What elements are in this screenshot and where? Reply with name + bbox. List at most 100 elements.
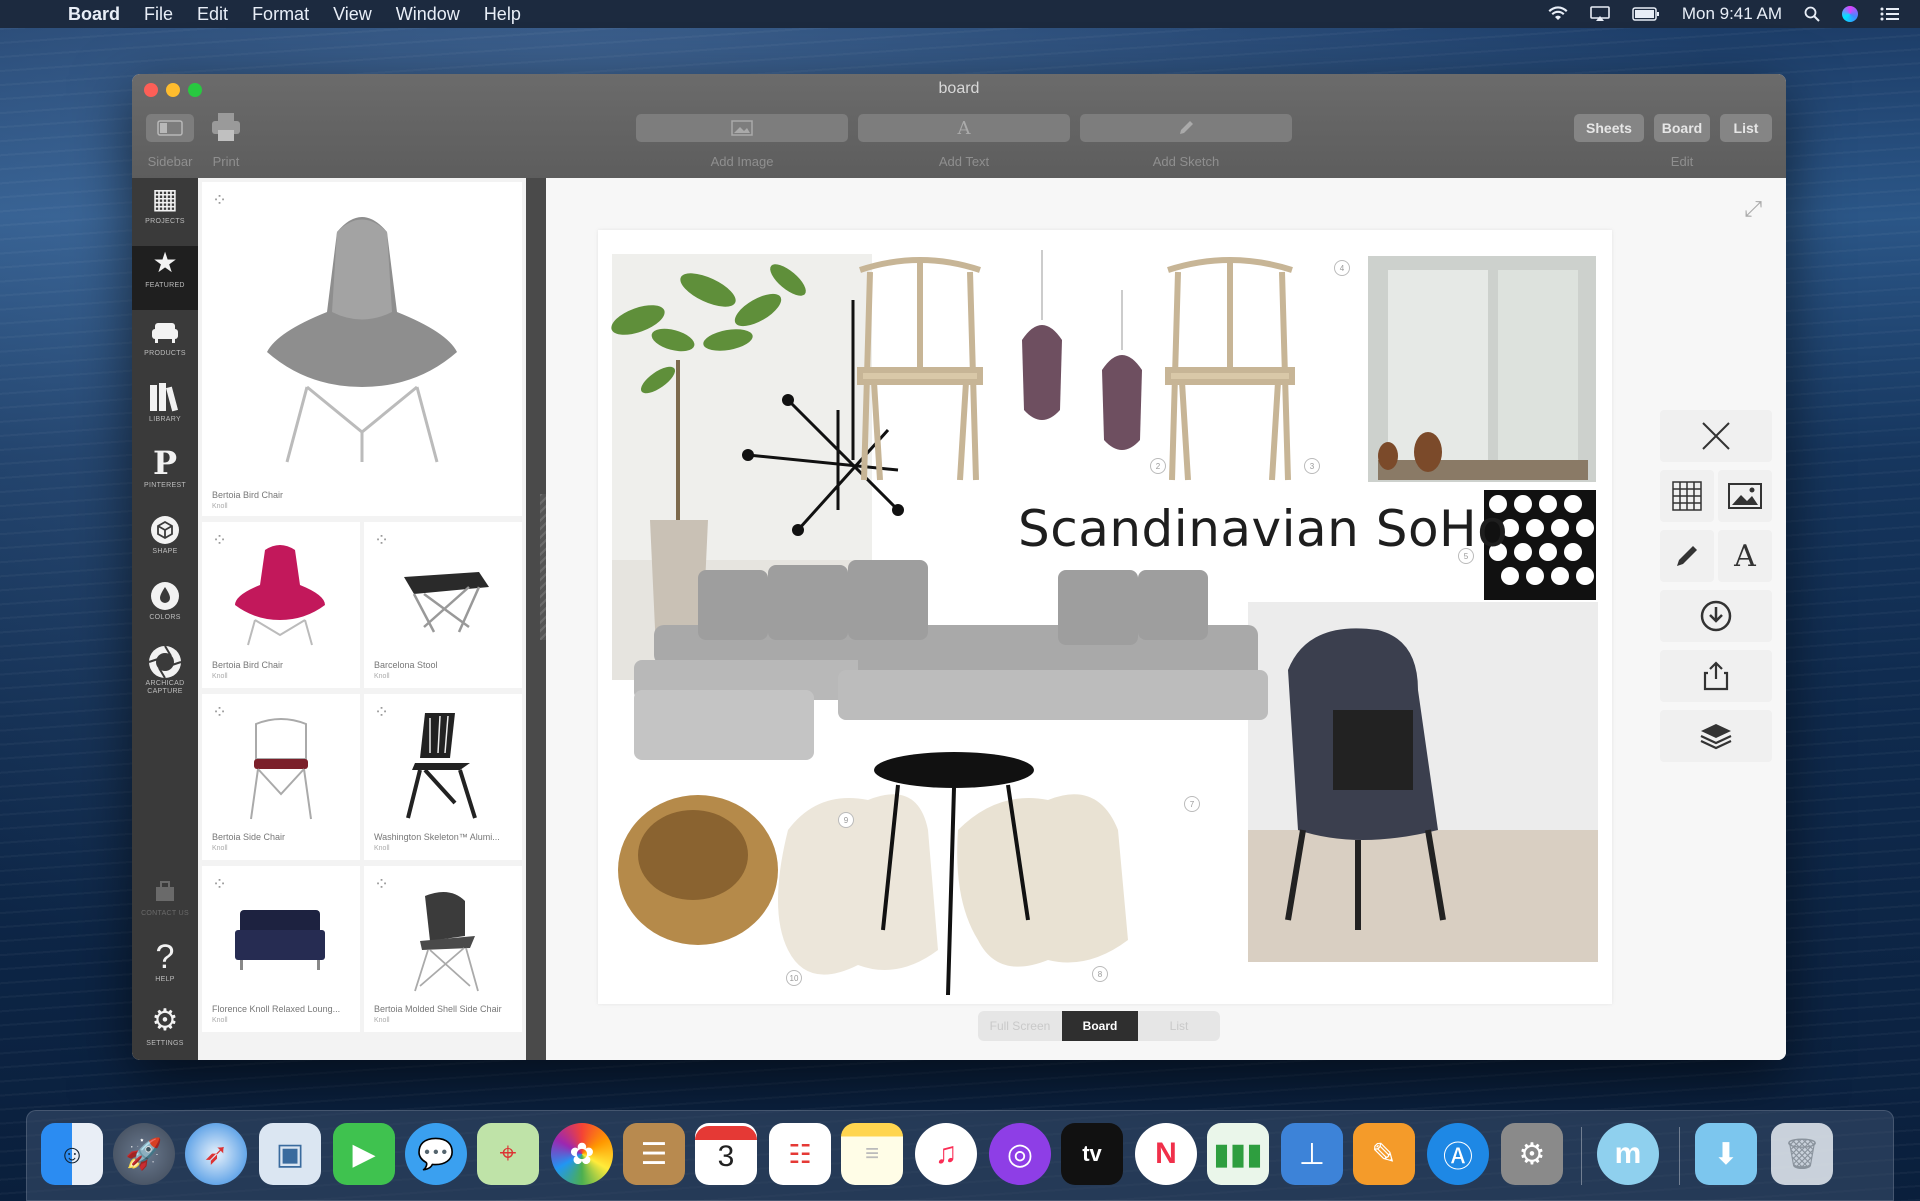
dock-facetime[interactable]: ▶ bbox=[333, 1123, 395, 1185]
library-card[interactable]: ⁘ Bertoia Side Chair Knoll bbox=[202, 694, 360, 860]
dock-photos[interactable]: ✿ bbox=[551, 1123, 613, 1185]
list-view-button[interactable]: List bbox=[1138, 1011, 1220, 1041]
library-card[interactable]: ⁘ Barcelona Stool Knoll bbox=[364, 522, 522, 688]
library-card[interactable]: ⁘ Bertoia Molded Shell Side Chair Knoll bbox=[364, 866, 522, 1032]
spotlight-search-icon[interactable] bbox=[1804, 6, 1820, 22]
rail-item-settings[interactable]: ⚙ SETTINGS bbox=[132, 1004, 198, 1060]
close-edit-button[interactable] bbox=[1660, 410, 1772, 462]
dock-finder[interactable]: ☺ bbox=[41, 1123, 103, 1185]
add-text-label: Add Text bbox=[938, 154, 990, 169]
dock-launchpad[interactable]: 🚀 bbox=[113, 1123, 175, 1185]
dock-pages[interactable]: ✎ bbox=[1353, 1123, 1415, 1185]
add-sketch-button[interactable] bbox=[1080, 114, 1292, 142]
dock-calendar[interactable]: 3 bbox=[695, 1123, 757, 1185]
menu-help[interactable]: Help bbox=[484, 4, 521, 25]
rail-item-colors[interactable]: COLORS bbox=[132, 578, 198, 642]
board-mode-button[interactable]: Board bbox=[1654, 114, 1710, 142]
pencil-tool-button[interactable] bbox=[1660, 530, 1714, 582]
board-title[interactable]: Scandinavian SoHo bbox=[1018, 500, 1508, 558]
rail-item-shape[interactable]: SHAPE bbox=[132, 512, 198, 576]
siri-icon[interactable] bbox=[1842, 6, 1858, 22]
dock-numbers[interactable]: ▮▮▮ bbox=[1207, 1123, 1269, 1185]
notification-center-icon[interactable] bbox=[1880, 6, 1900, 22]
print-button[interactable] bbox=[208, 110, 244, 144]
sheets-mode-button[interactable]: Sheets bbox=[1574, 114, 1644, 142]
drag-handle-icon[interactable]: ⁘ bbox=[212, 702, 227, 723]
drag-handle-icon[interactable]: ⁘ bbox=[212, 874, 227, 895]
drag-handle-icon[interactable]: ⁘ bbox=[374, 530, 389, 551]
library-card[interactable]: ⁘ Washington Skeleton™ Alumi... Knoll bbox=[364, 694, 522, 860]
rail-item-contact-us[interactable]: CONTACT US bbox=[132, 874, 198, 938]
menu-window[interactable]: Window bbox=[396, 4, 460, 25]
cube-icon bbox=[151, 516, 179, 544]
library-panel: ⁘ Bertoia Bird Chair Knoll ⁘ Bertoia Bir… bbox=[198, 178, 526, 1060]
menu-format[interactable]: Format bbox=[252, 4, 309, 25]
battery-icon[interactable] bbox=[1632, 7, 1660, 21]
dock-system-preferences[interactable]: ⚙ bbox=[1501, 1123, 1563, 1185]
wifi-icon[interactable] bbox=[1548, 6, 1568, 22]
app-menu[interactable]: Board bbox=[68, 4, 120, 25]
dock-moodboard[interactable]: m bbox=[1597, 1123, 1659, 1185]
dock-maps[interactable]: ⌖ bbox=[477, 1123, 539, 1185]
flower-icon: ✿ bbox=[569, 1137, 595, 1171]
dock-podcasts[interactable]: ◎ bbox=[989, 1123, 1051, 1185]
rail-item-products[interactable]: PRODUCTS bbox=[132, 314, 198, 378]
navigation-rail: ▦ PROJECTS ★ FEATURED PRODUCTS LIBRARY P… bbox=[132, 178, 198, 1060]
dock-tv[interactable]: tv bbox=[1061, 1123, 1123, 1185]
library-card[interactable]: ⁘ Florence Knoll Relaxed Loung... Knoll bbox=[202, 866, 360, 1032]
rail-item-help[interactable]: ? HELP bbox=[132, 940, 198, 1004]
full-screen-button[interactable]: Full Screen bbox=[978, 1011, 1062, 1041]
drag-handle-icon[interactable]: ⁘ bbox=[374, 702, 389, 723]
download-button[interactable] bbox=[1660, 590, 1772, 642]
dock-reminders[interactable]: ☷ bbox=[769, 1123, 831, 1185]
mood-board[interactable]: Scandinavian SoHo 2 3 4 5 7 8 9 10 bbox=[598, 230, 1612, 1004]
menu-clock[interactable]: Mon 9:41 AM bbox=[1682, 4, 1782, 24]
sidebar-toggle-button[interactable] bbox=[146, 114, 194, 142]
add-image-button[interactable] bbox=[636, 114, 848, 142]
drag-handle-icon[interactable]: ⁘ bbox=[212, 530, 227, 551]
rail-item-pinterest[interactable]: P PINTEREST bbox=[132, 446, 198, 510]
dock-messages[interactable]: 💬 bbox=[405, 1123, 467, 1185]
dock-safari[interactable]: ➶ bbox=[185, 1123, 247, 1185]
list-mode-button[interactable]: List bbox=[1720, 114, 1772, 142]
dock-downloads-folder[interactable]: ⬇ bbox=[1695, 1123, 1757, 1185]
image-tool-button[interactable] bbox=[1718, 470, 1772, 522]
library-card[interactable]: ⁘ Bertoia Bird Chair Knoll bbox=[202, 522, 360, 688]
aperture-icon bbox=[148, 645, 182, 679]
print-label: Print bbox=[212, 154, 240, 169]
airplay-icon[interactable] bbox=[1590, 6, 1610, 22]
item-number-badge: 5 bbox=[1458, 548, 1474, 564]
rail-item-archicad-capture[interactable]: ARCHICAD CAPTURE bbox=[132, 644, 198, 708]
drag-handle-icon[interactable]: ⁘ bbox=[374, 874, 389, 895]
text-tool-button[interactable]: A bbox=[1718, 530, 1772, 582]
dock-news[interactable]: N bbox=[1135, 1123, 1197, 1185]
library-card-featured[interactable]: ⁘ Bertoia Bird Chair Knoll bbox=[202, 182, 522, 516]
board-view-button[interactable]: Board bbox=[1062, 1011, 1138, 1041]
dock-trash[interactable]: 🗑 bbox=[1771, 1123, 1833, 1185]
menu-view[interactable]: View bbox=[333, 4, 372, 25]
grid-tool-button[interactable] bbox=[1660, 470, 1714, 522]
menu-file[interactable]: File bbox=[144, 4, 173, 25]
share-button[interactable] bbox=[1660, 650, 1772, 702]
add-text-button[interactable]: A bbox=[858, 114, 1070, 142]
dock-music[interactable]: ♫ bbox=[915, 1123, 977, 1185]
expand-icon[interactable]: ⤢ bbox=[1744, 196, 1762, 222]
dock-preview[interactable]: ▣ bbox=[259, 1123, 321, 1185]
drag-handle-icon[interactable]: ⁘ bbox=[212, 190, 227, 211]
rail-item-featured[interactable]: ★ FEATURED bbox=[132, 246, 198, 310]
rail-item-projects[interactable]: ▦ PROJECTS bbox=[132, 182, 198, 246]
download-icon bbox=[1700, 600, 1732, 632]
moodboard-m-icon: m bbox=[1614, 1137, 1642, 1170]
dock-app-store[interactable]: Ⓐ bbox=[1427, 1123, 1489, 1185]
dock-contacts[interactable]: ☰ bbox=[623, 1123, 685, 1185]
menu-edit[interactable]: Edit bbox=[197, 4, 228, 25]
books-icon bbox=[150, 383, 179, 412]
layers-icon bbox=[1700, 724, 1732, 750]
bird-chair-image bbox=[267, 217, 457, 463]
rail-item-library[interactable]: LIBRARY bbox=[132, 380, 198, 444]
dock-keynote[interactable]: ⊥ bbox=[1281, 1123, 1343, 1185]
dock: ☺ 🚀 ➶ ▣ ▶ 💬 ⌖ ✿ ☰ 3 ☷ ≡ ♫ ◎ tv N ▮▮▮ ⊥ ✎… bbox=[26, 1110, 1894, 1201]
dock-notes[interactable]: ≡ bbox=[841, 1123, 903, 1185]
photo-stack-icon: ▣ bbox=[275, 1137, 305, 1171]
layers-button[interactable] bbox=[1660, 710, 1772, 762]
